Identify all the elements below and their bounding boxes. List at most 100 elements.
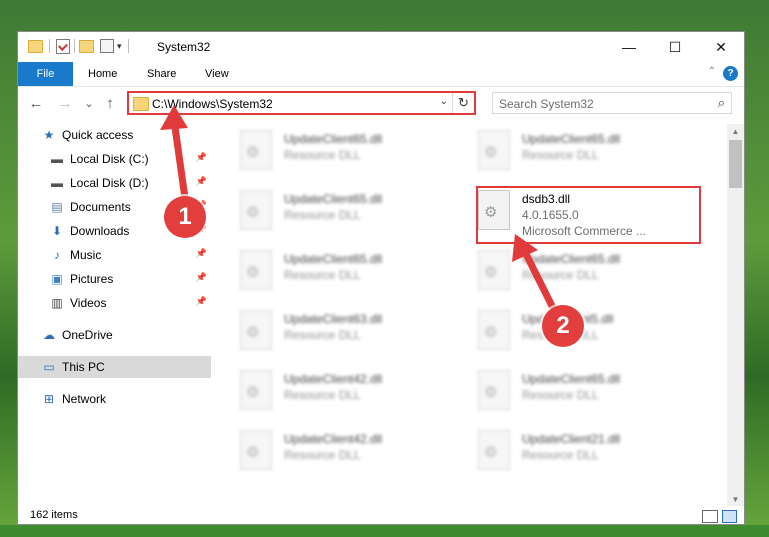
ribbon-tabs: File Home Share View ⌃ ? — [18, 62, 744, 87]
dll-file-icon: ⚙ — [478, 310, 510, 350]
dll-file-icon: ⚙ — [240, 370, 272, 410]
forward-button[interactable]: → — [56, 94, 74, 112]
file-item[interactable]: ⚙ UpdateClient42.dll Resource DLL — [240, 370, 470, 418]
desktop-grass — [0, 525, 769, 537]
file-detail: Resource DLL — [284, 388, 361, 402]
maximize-button[interactable]: ☐ — [652, 32, 698, 62]
video-icon: ▥ — [51, 296, 63, 310]
separator — [49, 39, 50, 53]
file-item[interactable]: ⚙ UpdateClient63.dll Resource DLL — [240, 310, 470, 358]
pin-icon: 📌 — [195, 296, 207, 306]
title-bar: ▾ System32 — ☐ ✕ — [18, 32, 744, 62]
search-placeholder: Search System32 — [499, 97, 594, 111]
file-item[interactable]: ⚙UpdateClient5.dllResource DLL — [478, 310, 708, 358]
separator — [74, 39, 75, 53]
close-button[interactable]: ✕ — [698, 32, 744, 62]
folder-icon — [133, 97, 149, 111]
vertical-scrollbar[interactable]: ▲ ▼ — [727, 124, 744, 506]
scroll-thumb[interactable] — [729, 140, 742, 188]
address-path[interactable]: C:\Windows\System32 — [152, 97, 273, 111]
search-icon[interactable]: ⌕ — [718, 95, 725, 111]
sidebar-item-label: Music — [70, 248, 102, 262]
search-input[interactable]: Search System32 ⌕ — [492, 92, 732, 114]
gear-icon: ⚙ — [484, 444, 498, 461]
file-detail: Resource DLL — [284, 148, 361, 162]
gear-icon: ⚙ — [246, 324, 260, 341]
tiles-view-icon[interactable] — [722, 510, 737, 523]
refresh-button[interactable]: ↻ — [452, 93, 474, 113]
customize-icon[interactable] — [100, 39, 114, 53]
recent-locations-button[interactable]: ⌄ — [80, 94, 98, 112]
file-item[interactable]: ⚙ UpdateClient65.dll Resource DLL — [478, 370, 708, 418]
scroll-up-icon[interactable]: ▲ — [727, 124, 744, 138]
gear-icon: ⚙ — [246, 144, 260, 161]
sidebar-item-network[interactable]: ⊞ Network — [18, 388, 211, 410]
properties-icon[interactable] — [56, 38, 70, 54]
dll-file-icon: ⚙ — [240, 250, 272, 290]
file-item[interactable]: ⚙ UpdateClient21.dll Resource DLL — [478, 430, 708, 478]
tab-home[interactable]: Home — [88, 62, 117, 86]
details-view-icon[interactable] — [702, 510, 718, 523]
minimize-button[interactable]: — — [606, 32, 652, 62]
file-item[interactable]: ⚙ UpdateClient65.dll Resource DLL — [240, 190, 470, 238]
sidebar-item-label: OneDrive — [62, 328, 113, 342]
help-icon[interactable]: ? — [723, 66, 738, 81]
collapse-ribbon-icon[interactable]: ⌃ — [708, 66, 716, 77]
step-1-badge: 1 — [164, 196, 206, 238]
sidebar-item-quick-access[interactable]: ★ Quick access — [18, 124, 211, 146]
back-button[interactable]: ← — [27, 94, 45, 112]
drive-icon: ▬ — [51, 176, 63, 190]
chevron-down-icon[interactable]: ⌄ — [440, 96, 448, 107]
file-item[interactable]: ⚙ UpdateClient65.dll Resource DLL — [240, 130, 470, 178]
new-folder-icon[interactable] — [79, 39, 94, 53]
sidebar-item-local-disk-c[interactable]: ▬ Local Disk (C:) 📌 — [18, 148, 211, 170]
sidebar-item-videos[interactable]: ▥ Videos 📌 — [18, 292, 211, 314]
gear-icon: ⚙ — [246, 444, 260, 461]
sidebar-item-local-disk-d[interactable]: ▬ Local Disk (D:) 📌 — [18, 172, 211, 194]
pin-icon: 📌 — [195, 248, 207, 258]
pin-icon: 📌 — [195, 176, 207, 186]
file-detail: Resource DLL — [284, 208, 361, 222]
file-detail: Resource DLL — [284, 268, 361, 282]
music-icon: ♪ — [54, 248, 60, 262]
sidebar-item-this-pc[interactable]: ▭ This PC — [18, 356, 211, 378]
dll-file-icon: ⚙ — [240, 430, 272, 470]
tab-share[interactable]: Share — [147, 62, 176, 86]
address-bar[interactable]: C:\Windows\System32 ⌄ ↻ — [127, 91, 476, 115]
gear-icon: ⚙ — [484, 264, 498, 281]
dll-file-icon: ⚙ — [240, 190, 272, 230]
file-detail: Resource DLL — [522, 148, 599, 162]
chevron-down-icon[interactable]: ▾ — [117, 41, 122, 52]
folder-icon[interactable] — [28, 39, 43, 53]
dll-file-icon: ⚙ — [478, 130, 510, 170]
file-item[interactable]: ⚙ UpdateClient65.dll Resource DLL — [478, 250, 708, 298]
pin-icon: 📌 — [195, 272, 207, 282]
file-item[interactable]: ⚙ UpdateClient65.dll Resource DLL — [478, 130, 708, 178]
up-button[interactable]: ↑ — [101, 94, 119, 112]
pictures-icon: ▣ — [51, 272, 63, 286]
status-bar: 162 items — [18, 506, 744, 526]
file-item[interactable]: ⚙ UpdateClient65.dll Resource DLL — [240, 250, 470, 298]
computer-icon: ▭ — [43, 360, 55, 374]
file-name: UpdateClient21.dll — [522, 432, 621, 446]
separator — [127, 39, 129, 53]
sidebar-item-label: Documents — [70, 200, 131, 214]
sidebar-item-onedrive[interactable]: ☁ OneDrive — [18, 324, 211, 346]
gear-icon: ⚙ — [484, 144, 498, 161]
sidebar-item-music[interactable]: ♪ Music 📌 — [18, 244, 211, 266]
file-item[interactable]: ⚙ UpdateClient42.dll Resource DLL — [240, 430, 470, 478]
dll-file-icon: ⚙ — [478, 250, 510, 290]
file-detail: Resource DLL — [522, 388, 599, 402]
file-name: UpdateClient65.dll — [522, 372, 621, 386]
network-icon: ⊞ — [43, 392, 55, 406]
quick-access-toolbar: ▾ — [28, 38, 135, 54]
document-icon: ▤ — [51, 200, 63, 214]
sidebar-item-pictures[interactable]: ▣ Pictures 📌 — [18, 268, 211, 290]
file-detail: Resource DLL — [522, 268, 599, 282]
highlight-box — [476, 186, 701, 244]
tab-file[interactable]: File — [18, 62, 73, 86]
tab-view[interactable]: View — [205, 62, 229, 86]
cloud-icon: ☁ — [43, 328, 55, 342]
file-detail: Resource DLL — [284, 448, 361, 462]
scroll-down-icon[interactable]: ▼ — [727, 492, 744, 506]
